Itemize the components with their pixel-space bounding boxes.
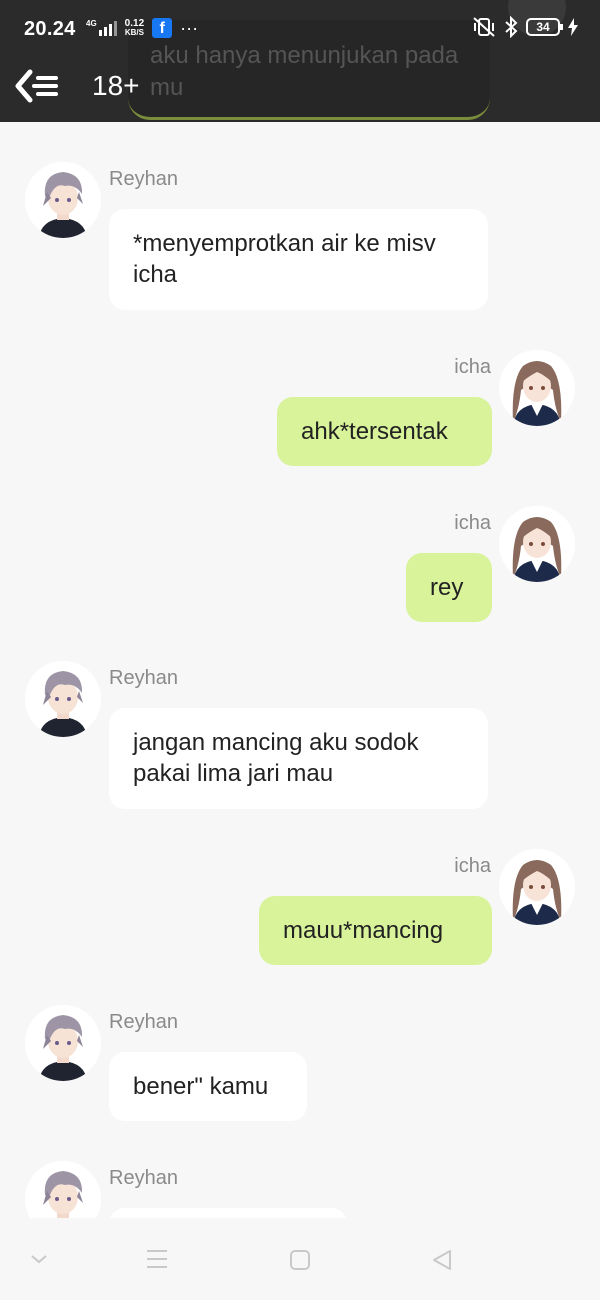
bluetooth-icon [505,16,518,38]
reyhan-portrait-icon [25,162,101,238]
message-bubble[interactable]: mauu*mancing [259,896,492,965]
avatar-reyhan[interactable] [25,661,101,737]
system-indicators: 34 [472,16,578,38]
chat-list[interactable]: Reyhan *menyemprotkan air ke misv icha i… [0,122,600,1218]
clock: 20.24 [24,18,76,40]
message-bubble[interactable]: ahk*tersentak [277,397,492,466]
back-menu-icon [15,69,58,103]
message-item: Reyhan *menyemprotkan air ke misv icha [0,162,600,322]
chat-header: 18+ [0,62,600,112]
message-item: Reyhan jangan mancing aku sodok pakai li… [0,661,600,821]
chat-title: 18+ [92,70,140,101]
sender-name: Reyhan [109,667,178,689]
message-bubble[interactable]: *menyemprotkan air ke misv icha [109,209,488,310]
reyhan-portrait-icon [25,1005,101,1081]
chevron-down-icon [31,1255,47,1264]
network-type-label: 4G [86,19,97,28]
icha-portrait-icon [499,849,575,925]
status-bar: 20.24 4G 0.12 KB/S f ··· 34 [0,0,600,60]
message-item: icha rey [0,506,600,626]
message-bubble[interactable]: bener" kamu [109,1052,307,1121]
message-bubble[interactable]: rey [406,553,492,622]
message-item: icha mauu*mancing [0,849,600,969]
avatar-reyhan[interactable] [25,1161,101,1218]
network-speed-unit: KB/S [124,28,144,37]
message-bubble[interactable]: jangan mancing aku sodok pakai lima jari… [109,708,488,809]
facebook-icon: f [152,18,173,38]
avatar-icha[interactable] [499,350,575,426]
home-square-icon [290,1250,310,1270]
avatar-icha[interactable] [499,849,575,925]
avatar-reyhan[interactable] [25,1005,101,1081]
menu-icon [147,1250,167,1268]
more-notifications-icon: ··· [180,18,199,38]
reyhan-portrait-icon [25,1161,101,1218]
back-button[interactable] [14,66,62,106]
message-item: Reyhan bener" kamu [0,1005,600,1125]
recents-button[interactable] [145,1248,169,1275]
sender-name: Reyhan [109,1011,178,1033]
avatar-icha[interactable] [499,506,575,582]
message-bubble[interactable] [109,1208,347,1218]
network-speed: 0.12 KB/S [125,19,144,37]
icha-portrait-icon [499,350,575,426]
reyhan-portrait-icon [25,661,101,737]
vibrate-off-icon [473,17,495,37]
icha-portrait-icon [499,506,575,582]
sender-name: icha [454,356,491,378]
back-triangle-icon [433,1250,451,1270]
network-indicators: 4G 0.12 KB/S f ··· [86,18,198,38]
charging-icon [568,18,578,36]
sender-name: icha [454,512,491,534]
message-item: icha ahk*tersentak [0,350,600,470]
sender-name: Reyhan [109,168,178,190]
top-bar: aku hanya menunjukan pada mu 20.24 4G 0.… [0,0,600,122]
hide-nav-button[interactable] [30,1252,48,1270]
battery-icon: 34 [526,18,563,36]
signal-icon [98,20,117,36]
message-item: Reyhan [0,1161,600,1218]
home-button[interactable] [288,1248,312,1277]
sender-name: icha [454,855,491,877]
avatar-reyhan[interactable] [25,162,101,238]
sender-name: Reyhan [109,1167,178,1189]
back-nav-button[interactable] [430,1248,454,1277]
system-nav-bar [0,1218,600,1300]
